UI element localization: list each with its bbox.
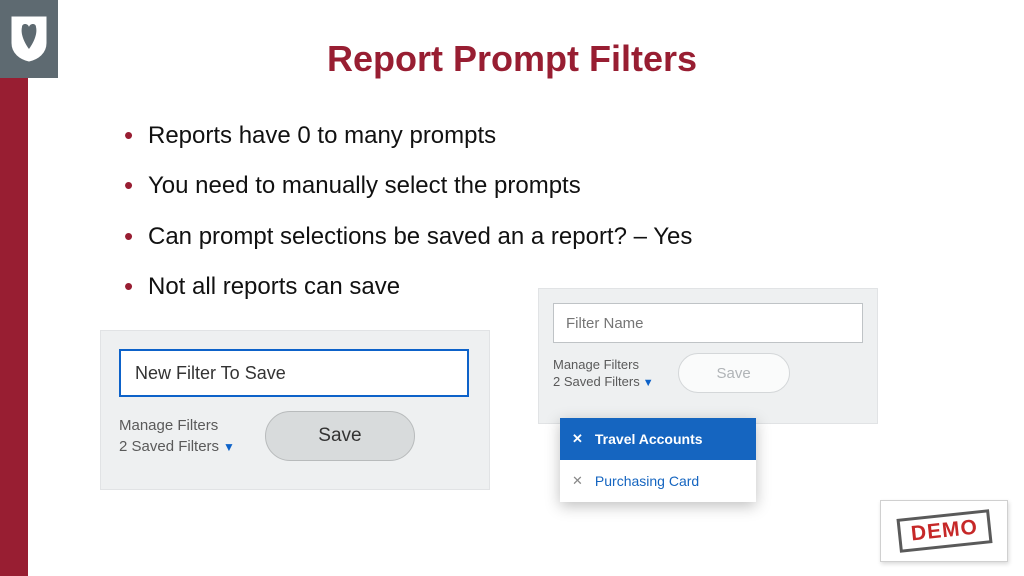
demo-stamp-label: DEMO [896,509,992,553]
save-button[interactable]: Save [265,411,415,461]
saved-filters-dropdown: ✕ Travel Accounts ✕ Purchasing Card [560,418,756,502]
saved-filters-count: 2 Saved Filters▼ [553,374,654,389]
bullet-item: Can prompt selections be saved an a repo… [120,221,940,253]
demo-stamp: DEMO [880,500,1008,562]
dropdown-item[interactable]: ✕ Purchasing Card [560,460,756,502]
dropdown-item-label: Purchasing Card [595,473,699,489]
caret-down-icon: ▼ [643,377,654,389]
filter-name-input[interactable] [553,303,863,343]
saved-filters-count: 2 Saved Filters▼ [119,438,235,455]
manage-filters-label: Manage Filters [553,357,654,372]
remove-filter-icon[interactable]: ✕ [572,473,583,489]
slide: Report Prompt Filters Reports have 0 to … [0,0,1024,576]
manage-filters-group[interactable]: Manage Filters 2 Saved Filters▼ [119,417,235,455]
dropdown-item-selected[interactable]: ✕ Travel Accounts [560,418,756,460]
slide-title: Report Prompt Filters [0,38,1024,80]
remove-filter-icon[interactable]: ✕ [572,431,583,447]
save-button-disabled[interactable]: Save [678,353,790,393]
left-accent-stripe [0,78,28,576]
filter-panel-empty: Manage Filters 2 Saved Filters▼ Save [538,288,878,424]
manage-filters-label: Manage Filters [119,417,235,434]
filter-panel-active: Manage Filters 2 Saved Filters▼ Save [100,330,490,490]
bullet-item: Reports have 0 to many prompts [120,120,940,152]
caret-down-icon: ▼ [223,440,235,454]
manage-filters-group[interactable]: Manage Filters 2 Saved Filters▼ [553,357,654,389]
filter-name-input[interactable] [119,349,469,397]
bullet-item: You need to manually select the prompts [120,170,940,202]
dropdown-item-label: Travel Accounts [595,431,703,447]
